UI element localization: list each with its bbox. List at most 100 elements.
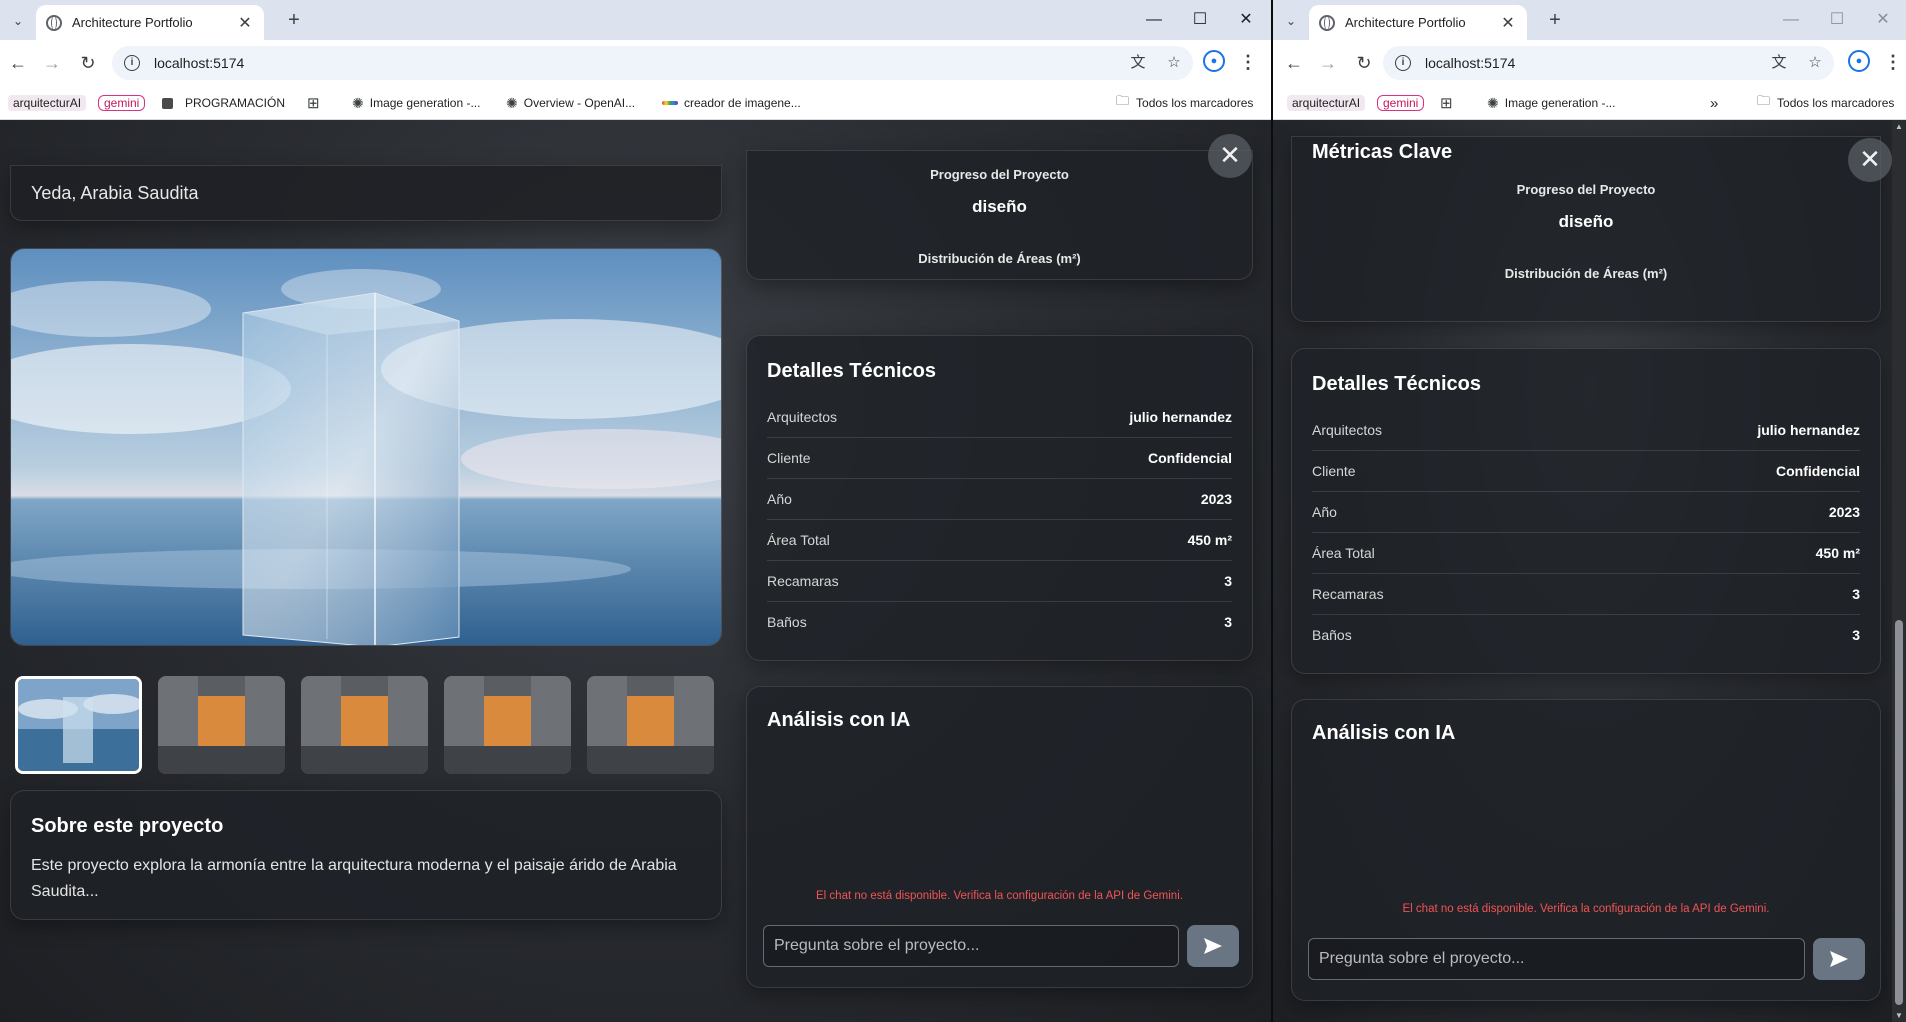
bookmark-item[interactable]: creador de imagene... xyxy=(662,92,801,114)
tab-search-icon[interactable]: ⌄ xyxy=(6,9,30,33)
apps-grid-icon[interactable]: ⊞ xyxy=(307,92,320,114)
tab-search-icon[interactable]: ⌄ xyxy=(1279,9,1303,33)
scroll-up-icon[interactable]: ▲ xyxy=(1894,122,1904,131)
bookmarks-overflow-icon[interactable]: » xyxy=(1710,92,1718,114)
tab-close-icon[interactable]: ✕ xyxy=(1499,13,1517,33)
send-button[interactable] xyxy=(1187,925,1239,967)
close-modal-button[interactable]: ✕ xyxy=(1208,134,1252,178)
hero-image[interactable] xyxy=(10,248,722,646)
ai-question-input[interactable] xyxy=(763,925,1179,967)
tab-close-icon[interactable]: ✕ xyxy=(236,13,254,33)
metrics-card: Métricas Clave Progreso del Proyecto dis… xyxy=(1291,136,1881,322)
thumbnail-concrete[interactable] xyxy=(301,676,428,774)
folder-icon: 🗀 xyxy=(1116,93,1130,108)
all-bookmarks[interactable]: 🗀 Todos los marcadores xyxy=(1757,92,1894,114)
bookmark-item[interactable]: ✺ Overview - OpenAI... xyxy=(506,92,635,114)
page-scrollbar[interactable]: ▲ ▼ xyxy=(1892,120,1906,1022)
minimize-icon[interactable]: — xyxy=(1768,6,1814,34)
ai-error-message: El chat no está disponible. Verifica la … xyxy=(1402,903,1770,915)
metrics-card: Progreso del Proyecto diseño Distribució… xyxy=(746,150,1253,280)
rainbow-icon xyxy=(662,101,678,105)
translate-icon[interactable]: 文 xyxy=(1768,52,1790,74)
window-close-icon[interactable]: ✕ xyxy=(1860,6,1906,34)
tab-strip: ⌄ Architecture Portfolio ✕ + — ☐ ✕ xyxy=(0,0,1271,40)
profile-icon[interactable]: ● xyxy=(1848,50,1870,72)
scroll-down-icon[interactable]: ▼ xyxy=(1894,1011,1904,1020)
bookmark-item[interactable]: arquitecturAI xyxy=(1287,92,1366,114)
site-info-icon[interactable]: i xyxy=(124,55,140,71)
bookmark-item[interactable]: PROGRAMACIÓN xyxy=(162,92,285,114)
reload-icon[interactable]: ↻ xyxy=(76,51,100,75)
address-bar[interactable]: i localhost:5174 文 ☆ xyxy=(112,46,1193,80)
detail-row: Recamaras 3 xyxy=(767,561,1232,602)
star-icon[interactable]: ☆ xyxy=(1163,52,1185,74)
reload-icon[interactable]: ↻ xyxy=(1352,51,1376,75)
scroll-thumb[interactable] xyxy=(1895,620,1903,1005)
thumbnail-concrete[interactable] xyxy=(158,676,285,774)
project-modal: Métricas Clave Progreso del Proyecto dis… xyxy=(1273,120,1906,1022)
window-close-icon[interactable]: ✕ xyxy=(1223,6,1269,34)
ai-title: Análisis con IA xyxy=(767,709,911,731)
all-bookmarks[interactable]: 🗀 Todos los marcadores xyxy=(1116,92,1253,114)
globe-icon xyxy=(46,14,62,31)
new-tab-icon[interactable]: + xyxy=(282,8,306,32)
ai-error-message: El chat no está disponible. Verifica la … xyxy=(816,890,1183,902)
glass-cube-image xyxy=(11,249,721,645)
back-icon[interactable]: ← xyxy=(6,51,30,75)
forward-icon[interactable]: → xyxy=(40,51,64,75)
close-modal-button[interactable]: ✕ xyxy=(1848,138,1892,182)
metrics-title: Métricas Clave xyxy=(1312,141,1453,163)
ai-question-input[interactable] xyxy=(1308,938,1805,980)
thumbnail-concrete[interactable] xyxy=(444,676,571,774)
detail-row: Año 2023 xyxy=(1312,492,1860,533)
bookmark-item[interactable]: gemini xyxy=(98,92,146,114)
minimize-icon[interactable]: — xyxy=(1131,6,1177,34)
tab-strip: ⌄ Architecture Portfolio ✕ + — ☐ ✕ xyxy=(1273,0,1906,40)
browser-window-right: ⌄ Architecture Portfolio ✕ + — ☐ ✕ ← → ↻… xyxy=(1273,0,1906,1022)
new-tab-icon[interactable]: + xyxy=(1543,8,1567,32)
detail-row: Área Total 450 m² xyxy=(1312,533,1860,574)
back-icon[interactable]: ← xyxy=(1282,51,1306,75)
browser-tab[interactable]: Architecture Portfolio ✕ xyxy=(1309,5,1527,40)
progress-label: Progreso del Proyecto xyxy=(1516,182,1656,197)
kebab-menu-icon[interactable]: ⋮ xyxy=(1884,50,1902,74)
progress-value: diseño xyxy=(972,197,1027,216)
apps-grid-icon[interactable]: ⊞ xyxy=(1440,92,1453,114)
url-text: localhost:5174 xyxy=(1425,55,1516,71)
about-text: Este proyecto explora la armonía entre l… xyxy=(31,857,677,900)
areas-label: Distribución de Áreas (m²) xyxy=(918,251,1081,266)
detail-row: Baños 3 xyxy=(767,614,1232,630)
star-icon[interactable]: ☆ xyxy=(1804,52,1826,74)
bookmark-item[interactable]: arquitecturAI xyxy=(8,92,87,114)
browser-tab[interactable]: Architecture Portfolio ✕ xyxy=(36,5,264,40)
send-button[interactable] xyxy=(1813,938,1865,980)
openai-icon: ✺ xyxy=(1487,94,1499,111)
maximize-icon[interactable]: ☐ xyxy=(1814,6,1860,34)
translate-icon[interactable]: 文 xyxy=(1127,52,1149,74)
bookmark-item[interactable]: ✺ Image generation -... xyxy=(352,92,480,114)
bookmarks-bar: arquitecturAI gemini ⊞ ✺ Image generatio… xyxy=(1273,86,1906,120)
detail-row: Arquitectos julio hernandez xyxy=(1312,410,1860,451)
browser-toolbar: ← → ↻ i localhost:5174 文 ☆ ● ⋮ xyxy=(0,40,1271,86)
thumbnail-glass-cube[interactable] xyxy=(15,676,142,774)
thumbnail-concrete[interactable] xyxy=(587,676,714,774)
browser-window-left: ⌄ Architecture Portfolio ✕ + — ☐ ✕ ← → ↻… xyxy=(0,0,1271,1022)
ai-title: Análisis con IA xyxy=(1312,722,1456,744)
address-bar[interactable]: i localhost:5174 文 ☆ xyxy=(1383,46,1834,80)
send-icon xyxy=(1204,938,1222,954)
detail-row: Baños 3 xyxy=(1312,627,1860,643)
details-title: Detalles Técnicos xyxy=(1312,373,1481,395)
forward-icon[interactable]: → xyxy=(1316,51,1340,75)
kebab-menu-icon[interactable]: ⋮ xyxy=(1239,50,1257,74)
site-info-icon[interactable]: i xyxy=(1395,55,1411,71)
profile-icon[interactable]: ● xyxy=(1203,50,1225,72)
bookmark-item[interactable]: ✺ Image generation -... xyxy=(1487,92,1615,114)
maximize-icon[interactable]: ☐ xyxy=(1177,6,1223,34)
progress-label: Progreso del Proyecto xyxy=(930,167,1069,182)
bookmark-item[interactable]: gemini xyxy=(1377,92,1425,114)
openai-icon: ✺ xyxy=(352,94,364,111)
folder-square-icon xyxy=(162,97,173,109)
detail-row: Cliente Confidencial xyxy=(1312,451,1860,492)
ai-chat-card: Análisis con IA El chat no está disponib… xyxy=(746,686,1253,988)
detail-row: Área Total 450 m² xyxy=(767,520,1232,561)
